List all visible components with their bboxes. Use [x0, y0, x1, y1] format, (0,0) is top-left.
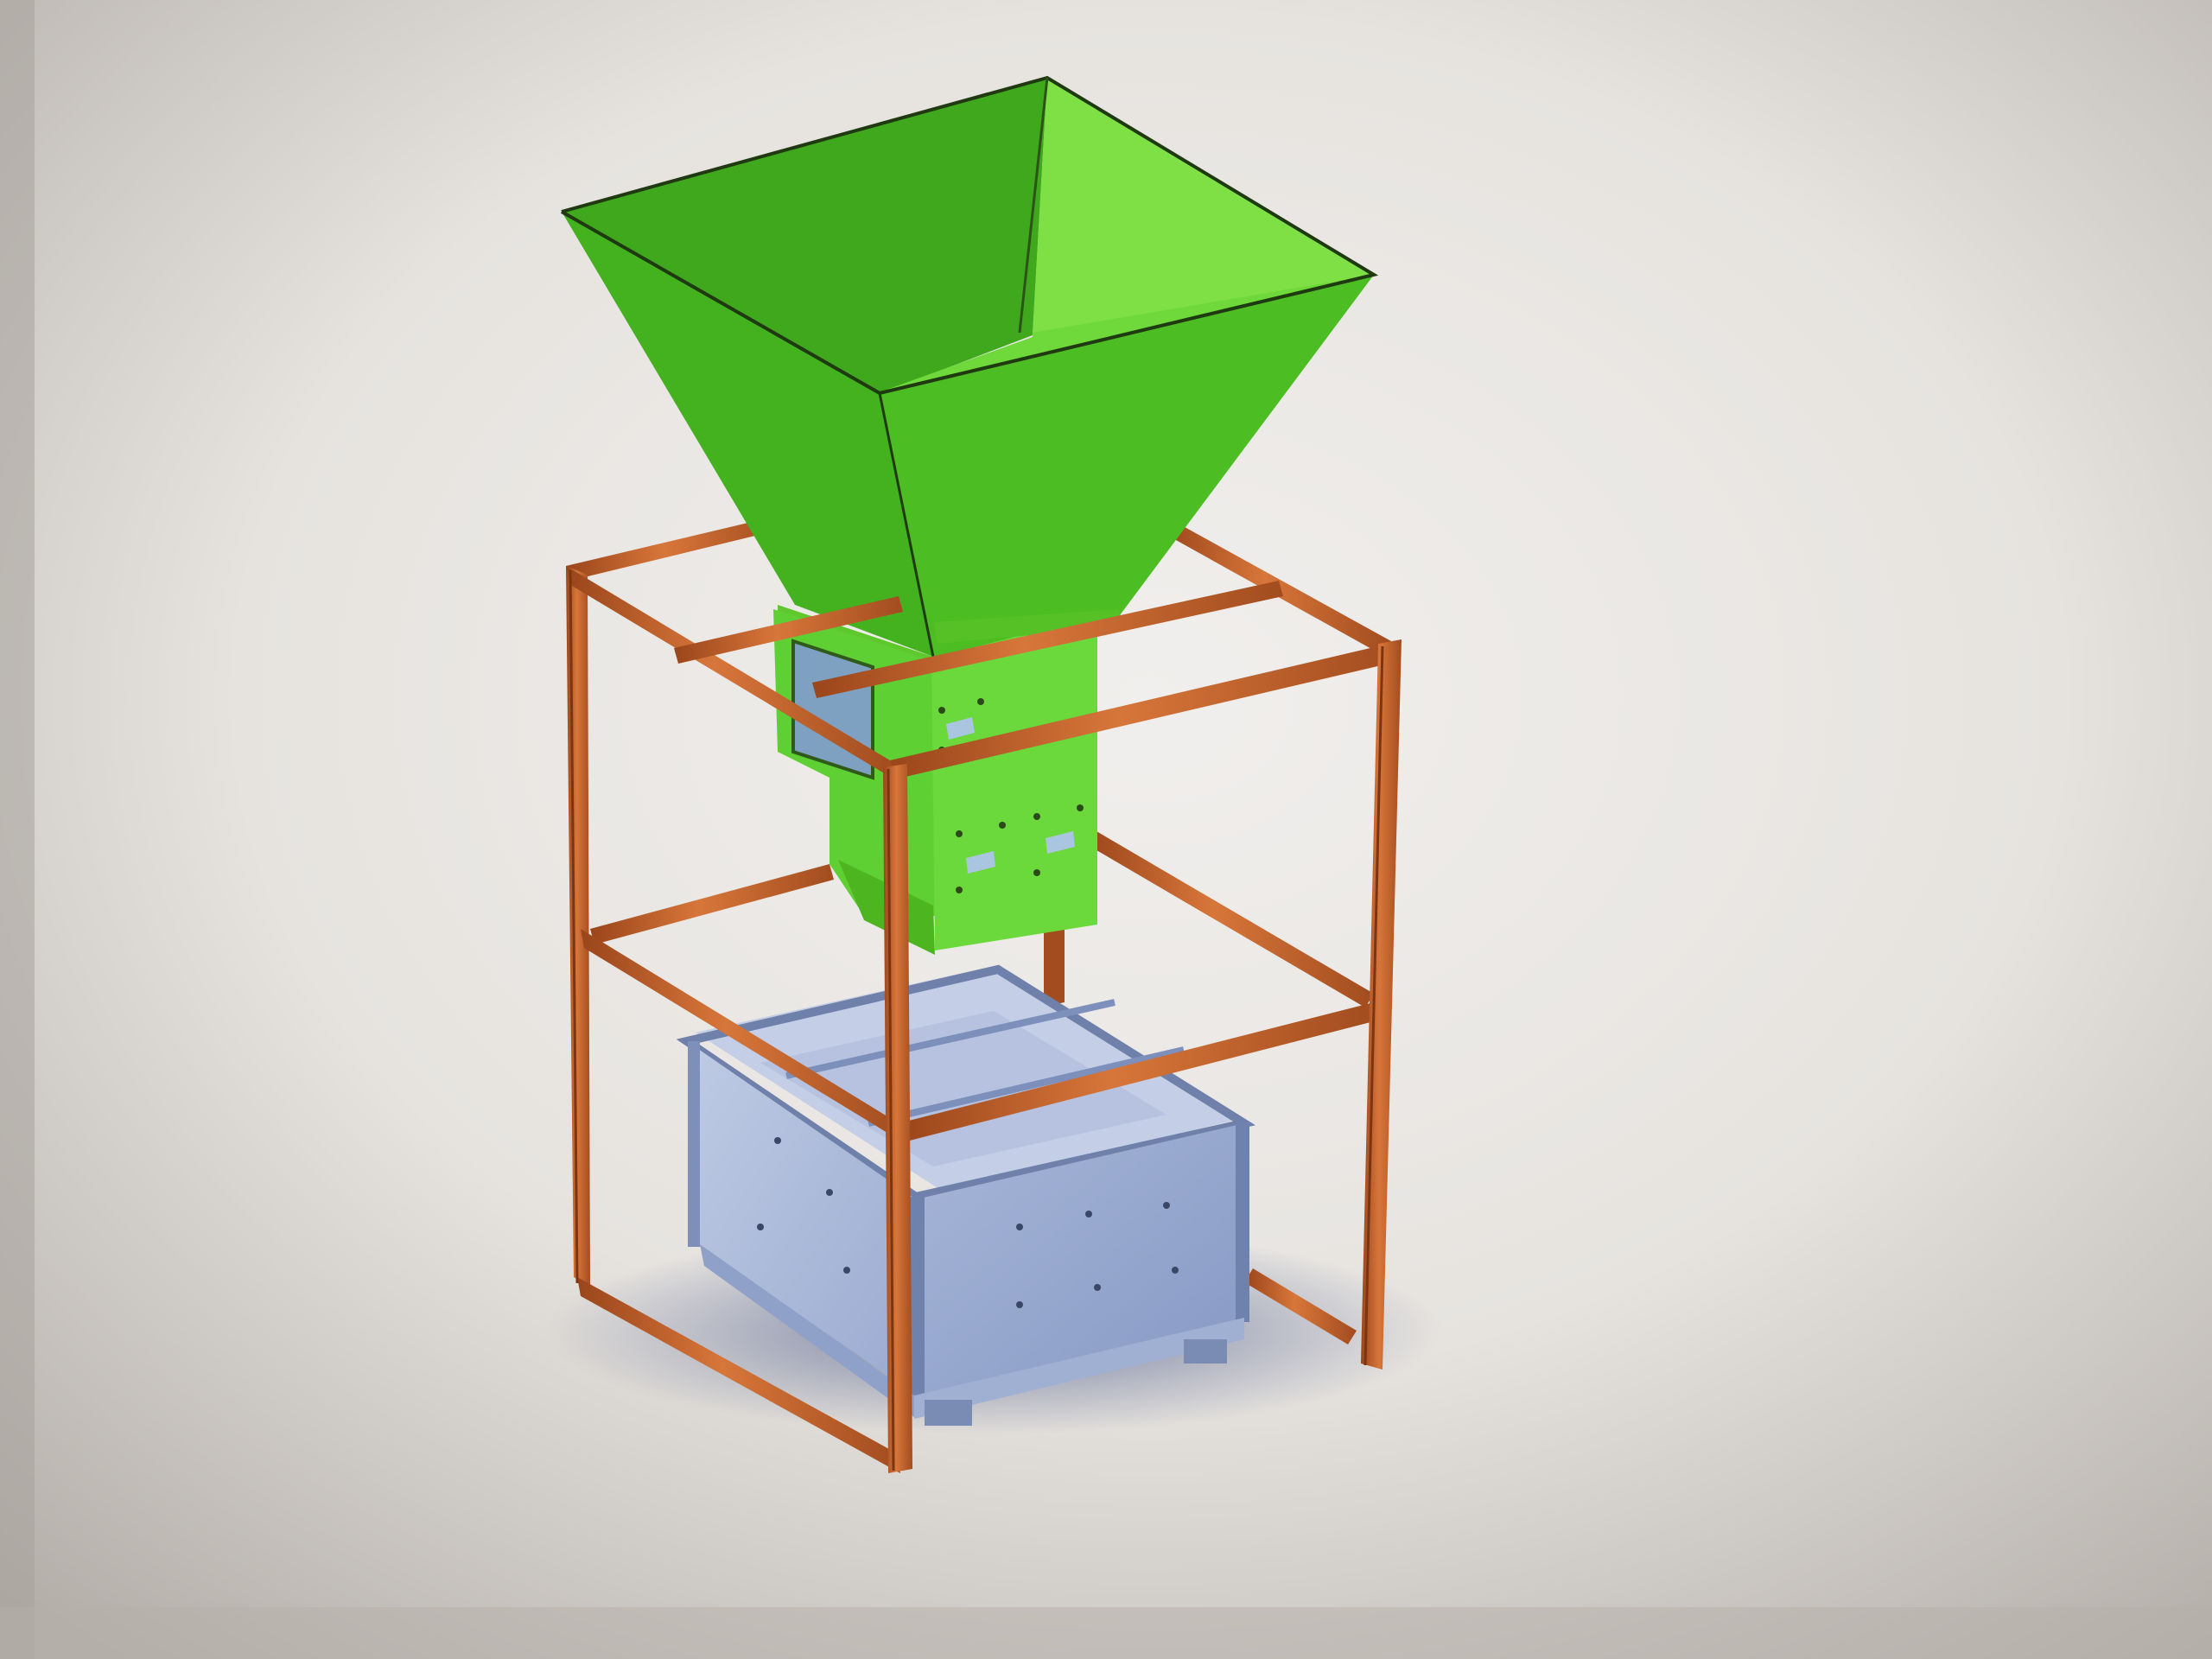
- screen-photo: [0, 0, 2212, 1659]
- crate-post-right: [1236, 1122, 1249, 1322]
- crate-foot-front: [925, 1400, 972, 1426]
- monitor-edge-bottom: [0, 1607, 2212, 1659]
- frame-post-front: [883, 764, 912, 1473]
- cad-viewport: [0, 0, 2212, 1659]
- crate-foot-right: [1184, 1339, 1227, 1363]
- crate-post-left: [688, 1041, 700, 1247]
- monitor-edge-left: [0, 0, 35, 1659]
